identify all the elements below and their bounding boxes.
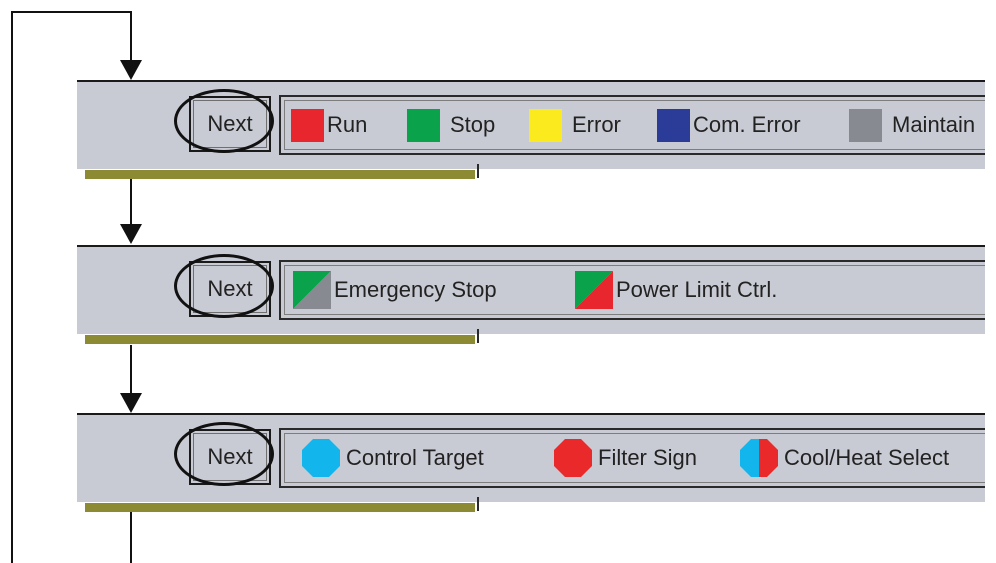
next-button[interactable]: Next: [189, 261, 271, 317]
legend-label: Filter Sign: [598, 445, 698, 470]
red-square-icon: [291, 108, 324, 142]
arrow-head-icon: [120, 60, 142, 80]
legend-label: Maintain: [892, 112, 976, 137]
next-button[interactable]: Next: [189, 429, 271, 485]
legend-item-emergency-stop: Emergency Stop: [293, 262, 497, 318]
legend-box: Control Target Filter Sign Cool/Heat Sel…: [279, 428, 985, 488]
green-red-diagonal-icon: [575, 271, 613, 309]
olive-strip: [85, 170, 475, 179]
blue-square-icon: [657, 108, 690, 142]
next-button-label: Next: [207, 276, 253, 301]
legend-item-cool-heat: Cool/Heat Select: [739, 430, 949, 486]
olive-strip: [85, 335, 475, 344]
divider: [477, 497, 479, 511]
legend-item-power-limit: Power Limit Ctrl.: [575, 262, 777, 318]
legend-item-run: Run: [291, 97, 367, 153]
legend-label: Stop: [450, 112, 496, 137]
arrow-head-icon: [120, 393, 142, 413]
legend-item-error: Error: [529, 97, 621, 153]
legend-label: Control Target: [346, 445, 484, 470]
gray-square-icon: [849, 108, 882, 142]
next-button-label: Next: [207, 444, 253, 469]
next-button[interactable]: Next: [189, 96, 271, 152]
legend-label: Power Limit Ctrl.: [616, 277, 778, 302]
divider: [477, 329, 479, 343]
legend-label: Emergency Stop: [334, 277, 497, 302]
legend-item-com-error: Com. Error: [657, 97, 801, 153]
arrow-head-icon: [120, 224, 142, 244]
legend-item-filter-sign: Filter Sign: [553, 430, 697, 486]
divider: [477, 164, 479, 178]
legend-item-maintain: Maintain: [849, 97, 975, 153]
legend-label: Run: [327, 112, 368, 137]
cyan-octagon-icon: [302, 439, 340, 477]
yellow-square-icon: [529, 108, 562, 142]
cyan-red-split-octagon-icon: [740, 439, 778, 477]
legend-box: Run Stop Error Com. Error Maintain: [279, 95, 985, 155]
toolbar-panel-2: Next Emergency Stop Power Limit Ctrl.: [77, 245, 985, 344]
toolbar-panel-1: Next Run Stop Error Com. Error Maintain: [77, 80, 985, 179]
legend-box: Emergency Stop Power Limit Ctrl.: [279, 260, 985, 320]
red-octagon-icon: [554, 439, 592, 477]
toolbar-panel-3: Next Control Target Filter Sign Cool/Hea…: [77, 413, 985, 512]
legend-item-stop: Stop: [407, 97, 495, 153]
green-square-icon: [407, 108, 440, 142]
legend-label: Error: [572, 112, 621, 137]
green-gray-diagonal-icon: [293, 271, 331, 309]
olive-strip: [85, 503, 475, 512]
legend-label: Cool/Heat Select: [784, 445, 950, 470]
legend-item-control-target: Control Target: [301, 430, 484, 486]
legend-label: Com. Error: [693, 112, 801, 137]
next-button-label: Next: [207, 111, 253, 136]
